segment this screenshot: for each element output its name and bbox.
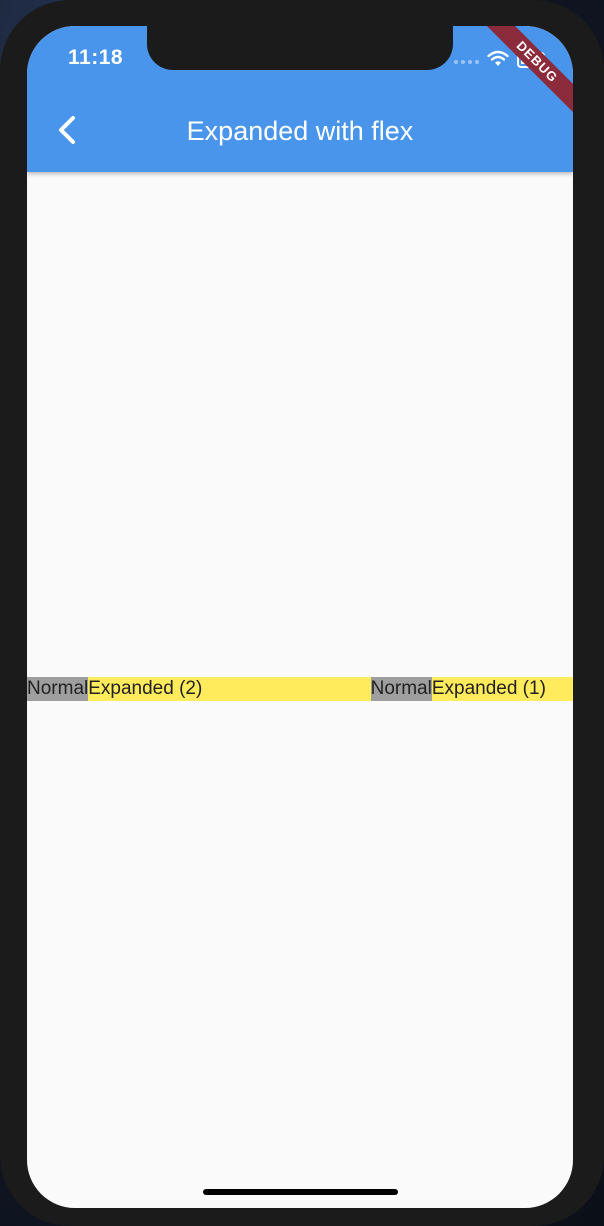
- home-indicator[interactable]: [203, 1189, 398, 1195]
- normal-item: Normal: [27, 677, 89, 701]
- expanded-item-flex-2: Expanded (2): [88, 677, 371, 701]
- debug-banner: DEBUG: [480, 26, 573, 119]
- expanded-item-flex-1: Expanded (1): [431, 677, 573, 701]
- normal-item: Normal: [370, 677, 432, 701]
- status-time: 11:18: [68, 46, 124, 69]
- page-title: Expanded with flex: [186, 116, 414, 146]
- cellular-signal-icon: [454, 60, 479, 64]
- app-screen: 11:18 DEBUG Expanded with flex Normal Ex…: [27, 26, 573, 1208]
- device-notch: [147, 26, 453, 70]
- app-bar: 11:18 DEBUG Expanded with flex: [27, 26, 573, 172]
- flex-row: Normal Expanded (2) Normal Expanded (1): [27, 677, 573, 701]
- wifi-icon: [487, 50, 509, 66]
- phone-frame: 11:18 DEBUG Expanded with flex Normal Ex…: [0, 0, 604, 1226]
